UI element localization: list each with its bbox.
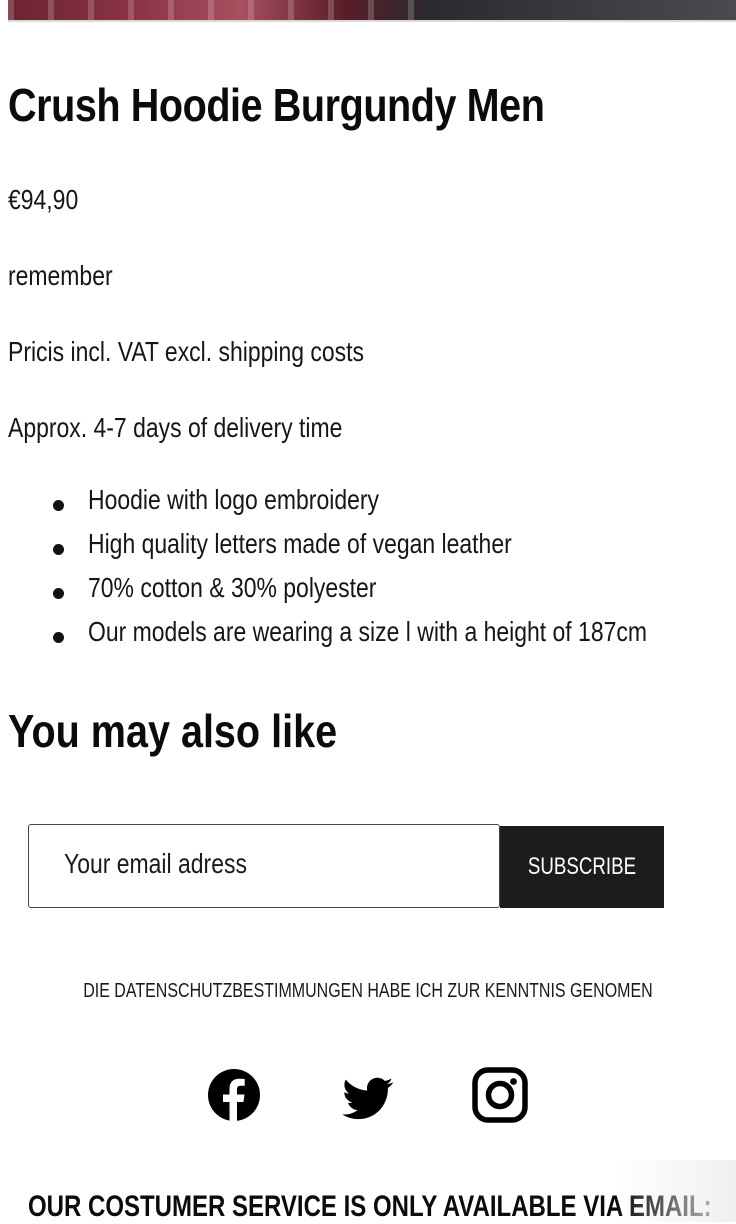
- product-price: €94,90: [8, 184, 79, 215]
- vat-note: Pricis incl. VAT excl. shipping costs: [8, 336, 365, 367]
- bullet-icon: [53, 632, 64, 643]
- bullet-icon: [53, 500, 64, 511]
- delivery-time: Approx. 4-7 days of delivery time: [8, 412, 343, 443]
- product-image: [8, 0, 736, 22]
- twitter-link[interactable]: [339, 1066, 395, 1124]
- privacy-consent[interactable]: DIE DATENSCHUTZBESTIMMUNGEN HABE ICH ZUR…: [0, 980, 736, 1003]
- twitter-icon: [342, 1077, 394, 1120]
- feature-list: Hoodie with logo embroidery High quality…: [0, 484, 736, 660]
- subscribe-button[interactable]: SUBSCRIBE: [500, 826, 664, 908]
- product-title: Crush Hoodie Burgundy Men: [8, 79, 545, 131]
- product-image-plaid: [8, 0, 428, 22]
- product-note: remember: [8, 260, 113, 291]
- customer-service-note: OUR COSTUMER SERVICE IS ONLY AVAILABLE V…: [28, 1190, 712, 1223]
- subscribe-label: SUBSCRIBE: [527, 853, 637, 880]
- bullet-icon: [53, 588, 64, 599]
- privacy-text: DIE DATENSCHUTZBESTIMMUNGEN HABE ICH ZUR…: [83, 980, 653, 1002]
- feature-text: High quality letters made of vegan leath…: [88, 528, 512, 559]
- email-input[interactable]: [28, 824, 500, 908]
- newsletter-form: Your email adress SUBSCRIBE: [28, 824, 664, 908]
- feature-text: Hoodie with logo embroidery: [88, 484, 379, 515]
- feature-item: Our models are wearing a size l with a h…: [0, 616, 736, 660]
- related-heading: You may also like: [8, 705, 338, 757]
- product-image-dark: [428, 0, 736, 22]
- instagram-icon: [472, 1067, 528, 1123]
- facebook-link[interactable]: [206, 1066, 262, 1124]
- bullet-icon: [53, 544, 64, 555]
- instagram-link[interactable]: [472, 1066, 528, 1124]
- feature-item: 70% cotton & 30% polyester: [0, 572, 736, 616]
- feature-text: Our models are wearing a size l with a h…: [88, 616, 647, 647]
- feature-item: High quality letters made of vegan leath…: [0, 528, 736, 572]
- feature-item: Hoodie with logo embroidery: [0, 484, 736, 528]
- facebook-icon: [208, 1069, 260, 1121]
- feature-text: 70% cotton & 30% polyester: [88, 572, 377, 603]
- product-image-edge: [8, 20, 736, 22]
